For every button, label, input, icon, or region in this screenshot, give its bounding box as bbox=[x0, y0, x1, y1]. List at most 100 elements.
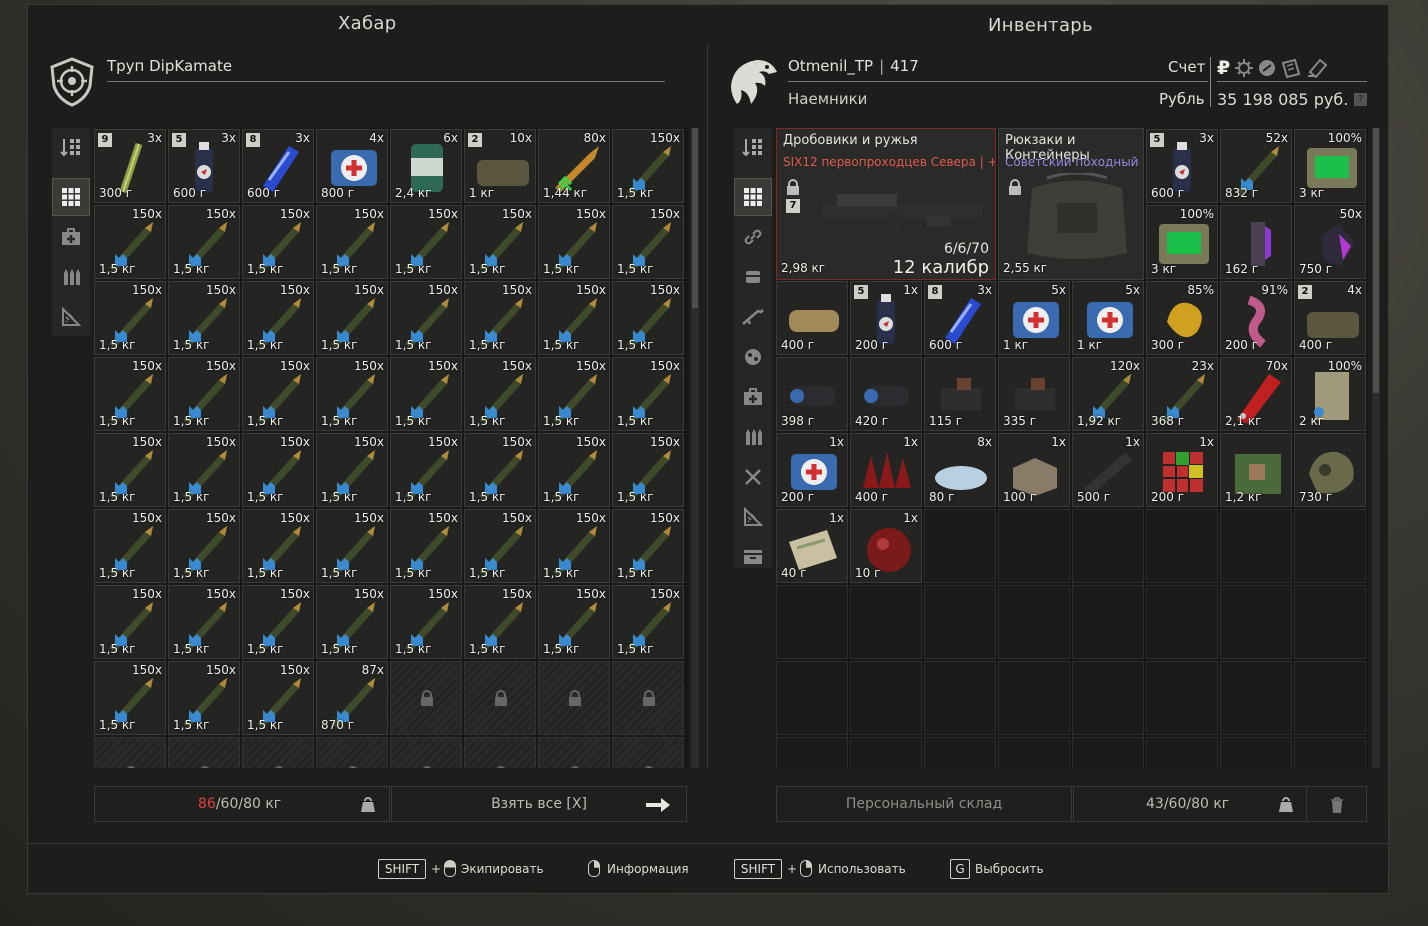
empty-slot[interactable] bbox=[850, 585, 922, 659]
empty-slot[interactable] bbox=[924, 737, 996, 768]
item-slot[interactable]: 398 г bbox=[776, 357, 848, 431]
item-slot[interactable]: 150x 1,5 кг bbox=[242, 357, 314, 431]
item-slot[interactable]: 91% 200 г bbox=[1220, 281, 1292, 355]
item-slot[interactable]: 87x 870 г bbox=[316, 661, 388, 735]
empty-slot[interactable] bbox=[1072, 585, 1144, 659]
filter-misc-button[interactable] bbox=[52, 298, 90, 336]
item-slot[interactable]: 100% 2 кг bbox=[1294, 357, 1366, 431]
item-slot[interactable]: 150x 1,5 кг bbox=[390, 357, 462, 431]
item-slot[interactable]: 1x 400 г bbox=[850, 433, 922, 507]
item-slot[interactable]: 150x 1,5 кг bbox=[242, 433, 314, 507]
empty-slot[interactable] bbox=[1220, 585, 1292, 659]
item-slot[interactable]: 115 г bbox=[924, 357, 996, 431]
item-slot[interactable]: 70x 2,1 кг bbox=[1220, 357, 1292, 431]
empty-slot[interactable] bbox=[1146, 737, 1218, 768]
empty-slot[interactable] bbox=[924, 509, 996, 583]
item-slot[interactable]: 335 г bbox=[998, 357, 1070, 431]
item-slot[interactable]: 85% 300 г bbox=[1146, 281, 1218, 355]
item-slot[interactable]: 1,2 кг bbox=[1220, 433, 1292, 507]
item-slot[interactable]: 150x 1,5 кг bbox=[242, 281, 314, 355]
item-slot[interactable]: 150x 1,5 кг bbox=[390, 433, 462, 507]
item-slot[interactable]: 5 1x 200 г bbox=[850, 281, 922, 355]
item-slot[interactable]: 150x 1,5 кг bbox=[168, 281, 240, 355]
item-slot[interactable]: 5x 1 кг bbox=[1072, 281, 1144, 355]
filter-weapons-button[interactable] bbox=[734, 298, 772, 336]
item-slot[interactable]: 150x 1,5 кг bbox=[94, 509, 166, 583]
empty-slot[interactable] bbox=[924, 585, 996, 659]
item-slot[interactable]: 150x 1,5 кг bbox=[316, 433, 388, 507]
empty-slot[interactable] bbox=[1072, 509, 1144, 583]
empty-slot[interactable] bbox=[776, 737, 848, 768]
filter-artifacts-button[interactable] bbox=[734, 338, 772, 376]
item-slot[interactable]: 150x 1,5 кг bbox=[464, 585, 536, 659]
inv-grid-view-button[interactable] bbox=[734, 178, 772, 216]
filter-ammo-button[interactable] bbox=[52, 258, 90, 296]
item-slot[interactable]: 150x 1,5 кг bbox=[612, 357, 684, 431]
item-slot[interactable]: 150x 1,5 кг bbox=[464, 509, 536, 583]
gear-currency-icon[interactable] bbox=[1234, 58, 1254, 78]
item-slot[interactable]: 150x 1,5 кг bbox=[464, 357, 536, 431]
item-slot[interactable]: 52x 832 г bbox=[1220, 129, 1292, 203]
inv-filter-medical-button[interactable] bbox=[734, 378, 772, 416]
item-slot[interactable]: 150x 1,5 кг bbox=[390, 281, 462, 355]
empty-slot[interactable] bbox=[998, 661, 1070, 735]
item-slot[interactable]: 150x 1,5 кг bbox=[612, 585, 684, 659]
inv-filter-misc-button[interactable] bbox=[734, 498, 772, 536]
empty-slot[interactable] bbox=[998, 737, 1070, 768]
empty-slot[interactable] bbox=[1294, 737, 1366, 768]
item-slot[interactable]: 8x 80 г bbox=[924, 433, 996, 507]
item-slot[interactable]: 150x 1,5 кг bbox=[242, 205, 314, 279]
item-slot[interactable]: 150x 1,5 кг bbox=[242, 585, 314, 659]
item-slot[interactable]: 150x 1,5 кг bbox=[168, 661, 240, 735]
empty-slot[interactable] bbox=[850, 737, 922, 768]
empty-slot[interactable] bbox=[1146, 661, 1218, 735]
filter-armor-button[interactable] bbox=[734, 258, 772, 296]
empty-slot[interactable] bbox=[1294, 585, 1366, 659]
item-slot[interactable]: 150x 1,5 кг bbox=[94, 205, 166, 279]
empty-slot[interactable] bbox=[1294, 509, 1366, 583]
item-slot[interactable]: 150x 1,5 кг bbox=[538, 509, 610, 583]
tickets-currency-icon[interactable] bbox=[1280, 58, 1302, 78]
item-slot[interactable]: 420 г bbox=[850, 357, 922, 431]
item-slot[interactable]: 150x 1,5 кг bbox=[316, 281, 388, 355]
item-slot[interactable]: 150x 1,5 кг bbox=[612, 281, 684, 355]
item-slot[interactable]: 2 4x 400 г bbox=[1294, 281, 1366, 355]
item-slot[interactable]: 150x 1,5 кг bbox=[316, 509, 388, 583]
item-slot[interactable]: 8 3x 600 г bbox=[242, 129, 314, 203]
item-slot[interactable]: 150x 1,5 кг bbox=[316, 205, 388, 279]
empty-slot[interactable] bbox=[1220, 509, 1292, 583]
item-slot[interactable]: 150x 1,5 кг bbox=[168, 357, 240, 431]
coupon-currency-icon[interactable] bbox=[1306, 58, 1328, 78]
item-slot[interactable]: 150x 1,5 кг bbox=[538, 205, 610, 279]
empty-slot[interactable] bbox=[1146, 585, 1218, 659]
empty-slot[interactable] bbox=[998, 585, 1070, 659]
item-slot[interactable]: 150x 1,5 кг bbox=[316, 585, 388, 659]
item-slot[interactable]: 150x 1,5 кг bbox=[168, 205, 240, 279]
item-slot[interactable]: 150x 1,5 кг bbox=[390, 585, 462, 659]
item-slot[interactable]: 150x 1,5 кг bbox=[612, 205, 684, 279]
item-slot[interactable]: 150x 1,5 кг bbox=[316, 357, 388, 431]
take-all-button[interactable]: Взять все [X] bbox=[391, 786, 687, 822]
empty-slot[interactable] bbox=[924, 661, 996, 735]
item-slot[interactable]: 150x 1,5 кг bbox=[464, 205, 536, 279]
item-slot[interactable]: 400 г bbox=[776, 281, 848, 355]
empty-slot[interactable] bbox=[1072, 661, 1144, 735]
balance-help-icon[interactable]: ? bbox=[1354, 93, 1367, 106]
item-slot[interactable]: 162 г bbox=[1220, 205, 1292, 279]
item-slot[interactable]: 150x 1,5 кг bbox=[242, 661, 314, 735]
item-slot[interactable]: 150x 1,5 кг bbox=[464, 281, 536, 355]
item-slot[interactable]: 150x 1,5 кг bbox=[94, 281, 166, 355]
weapon-slot[interactable]: Дробовики и ружья SIX12 первопроходцев С… bbox=[776, 128, 996, 280]
item-slot[interactable]: 150x 1,5 кг bbox=[538, 357, 610, 431]
filter-containers-button[interactable] bbox=[734, 538, 772, 576]
item-slot[interactable]: 150x 1,5 кг bbox=[168, 433, 240, 507]
item-slot[interactable]: 1x 500 г bbox=[1072, 433, 1144, 507]
filter-medical-button[interactable] bbox=[52, 218, 90, 256]
item-slot[interactable]: 150x 1,5 кг bbox=[94, 661, 166, 735]
item-slot[interactable]: 9 3x 300 г bbox=[94, 129, 166, 203]
personal-storage-button[interactable]: Персональный склад bbox=[776, 786, 1072, 822]
item-slot[interactable]: 150x 1,5 кг bbox=[94, 357, 166, 431]
empty-slot[interactable] bbox=[998, 509, 1070, 583]
item-slot[interactable]: 120x 1,92 кг bbox=[1072, 357, 1144, 431]
item-slot[interactable]: 150x 1,5 кг bbox=[612, 129, 684, 203]
